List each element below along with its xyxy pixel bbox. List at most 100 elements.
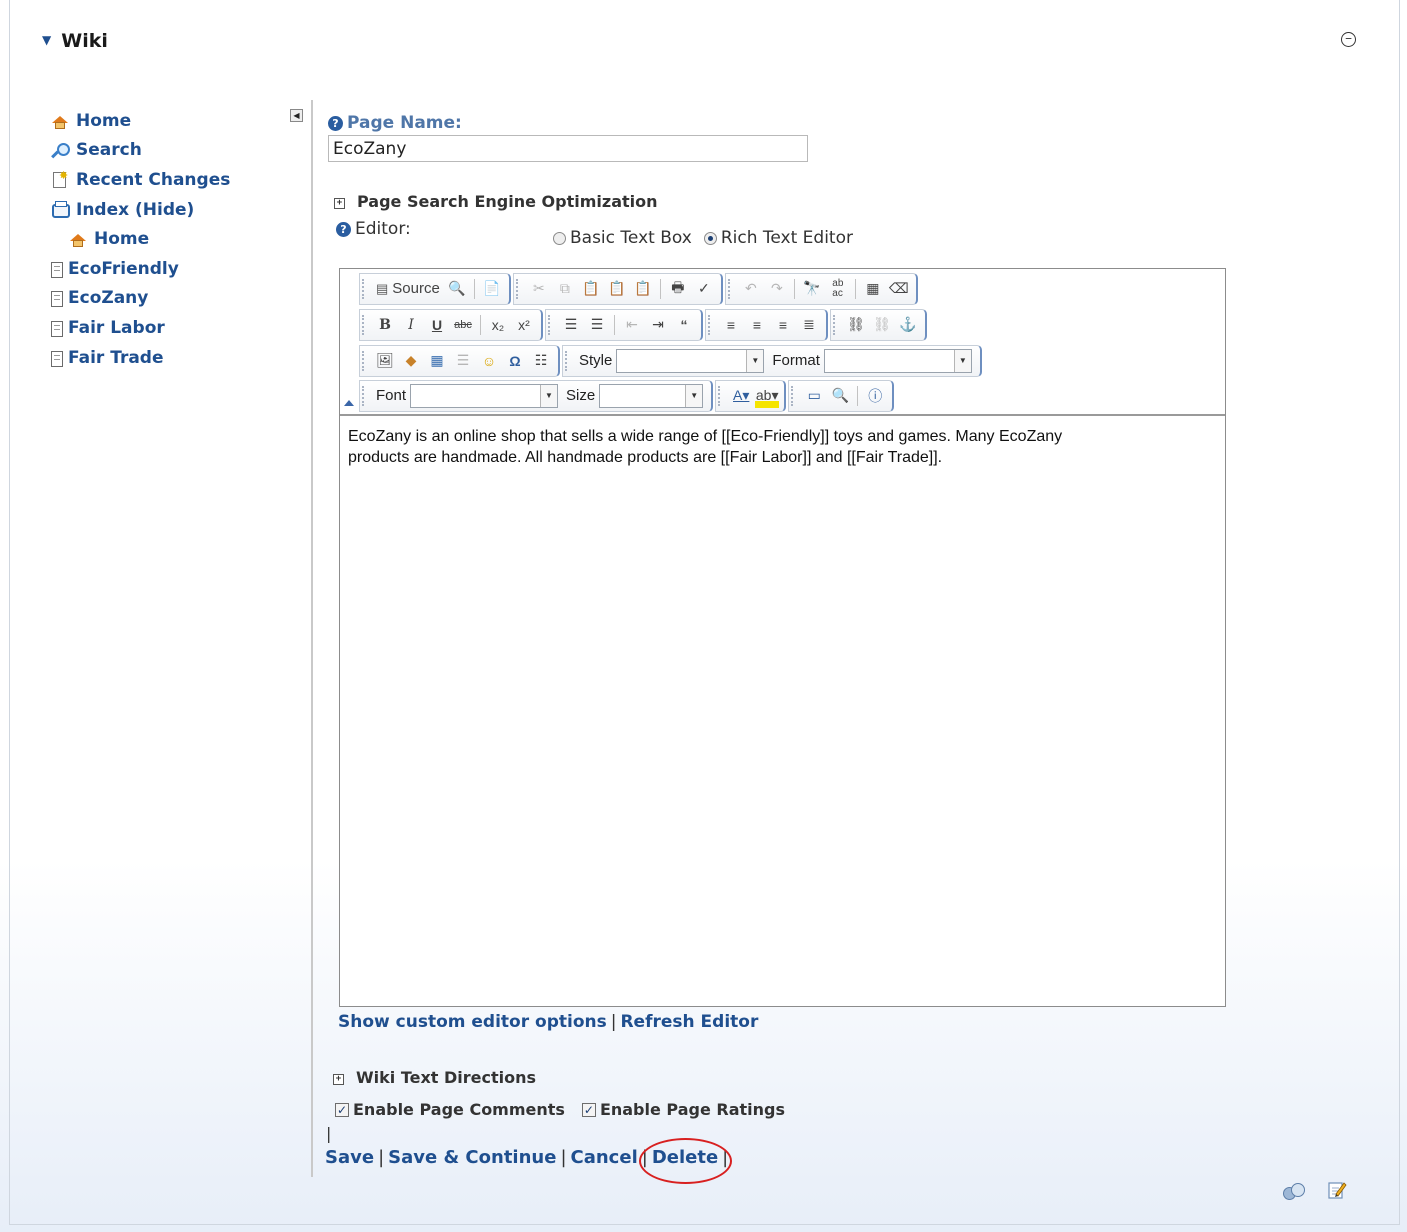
flash-icon[interactable]: ◆ [399,349,423,373]
sidebar-link-recent-changes[interactable]: Recent Changes [76,170,230,190]
spellcheck-icon[interactable]: ✓ [692,277,716,301]
basic-text-box-radio[interactable] [553,231,566,245]
outdent-icon[interactable]: ⇤ [620,313,644,337]
underline-icon[interactable]: U [425,313,449,337]
enable-comments-checkbox[interactable]: ✓ [335,1102,349,1117]
italic-icon[interactable]: I [399,313,423,337]
bold-icon[interactable]: B [373,313,397,337]
special-char-icon[interactable]: Ω [503,349,527,373]
page-name-input[interactable] [328,135,808,162]
superscript-icon[interactable]: x² [512,313,536,337]
paste-word-icon[interactable]: 📋 [631,277,655,301]
enable-ratings-label[interactable]: Enable Page Ratings [600,1100,785,1119]
basic-text-box-label[interactable]: Basic Text Box [570,228,692,248]
about-icon[interactable]: ⓘ [863,384,887,408]
dropdown-arrow-icon[interactable]: ▼ [746,349,764,372]
align-center-icon[interactable]: ≡ [745,313,769,337]
format-dropdown[interactable]: ▼ [823,348,972,373]
maximize-icon[interactable]: ▭ [802,384,826,408]
save-button[interactable]: Save [325,1147,374,1168]
show-blocks-icon[interactable]: 🔍 [828,384,852,408]
subscript-icon[interactable]: x₂ [486,313,510,337]
rich-text-editor-radio[interactable] [703,231,717,245]
sidebar-link-home[interactable]: Home [76,111,131,131]
remove-format-icon[interactable]: ⌫ [887,277,911,301]
redo-icon[interactable]: ↷ [765,277,789,301]
page-settings-icon[interactable] [1283,1182,1305,1200]
help-icon[interactable]: ? [328,116,343,131]
print-icon[interactable]: 🖶 [666,277,690,301]
sidebar-link-ecozany[interactable]: EcoZany [68,288,148,308]
paste-icon[interactable]: 📋 [579,277,603,301]
expand-triangle-icon[interactable]: ▼ [42,33,51,47]
sidebar-item-fair-labor[interactable]: Fair Labor [50,313,230,343]
sidebar-link-search[interactable]: Search [76,140,142,160]
expand-plus-icon[interactable]: + [333,1074,344,1085]
anchor-icon[interactable]: ⚓ [896,313,920,337]
templates-icon[interactable]: 📄 [480,277,504,301]
refresh-editor-link[interactable]: Refresh Editor [620,1012,758,1032]
collapse-toolbar-icon[interactable] [344,400,354,406]
sidebar-link-index[interactable]: Index (Hide) [76,200,194,220]
sidebar-link-index-home[interactable]: Home [94,229,149,249]
collapse-sidebar-icon[interactable]: ◀ [290,109,303,122]
align-left-icon[interactable]: ≡ [719,313,743,337]
sidebar-item-recent-changes[interactable]: ✸ Recent Changes [50,165,230,195]
bulleted-list-icon[interactable]: ☰ [585,313,609,337]
source-button[interactable]: ▤ Source [373,277,443,301]
enable-ratings-checkbox[interactable]: ✓ [581,1102,596,1117]
sidebar-item-home[interactable]: Home [50,106,230,136]
cancel-button[interactable]: Cancel [571,1147,638,1168]
select-all-icon[interactable]: ▦ [861,277,885,301]
dropdown-arrow-icon[interactable]: ▼ [540,384,558,407]
sidebar-item-search[interactable]: Search [50,136,230,166]
sidebar-link-fair-labor[interactable]: Fair Labor [68,318,165,338]
unlink-icon[interactable]: ⛓ [870,313,894,337]
page-break-icon[interactable]: ☷ [529,349,553,373]
expand-plus-icon[interactable]: + [334,198,345,209]
link-icon[interactable]: ⛓ [844,313,868,337]
sidebar-item-ecozany[interactable]: EcoZany [50,284,230,314]
wiki-text-directions-toggle[interactable]: + Wiki Text Directions [333,1068,536,1087]
size-dropdown[interactable]: ▼ [599,383,704,408]
edit-page-icon[interactable] [1327,1180,1347,1200]
save-continue-button[interactable]: Save & Continue [388,1147,556,1168]
preview-icon[interactable]: 🔍 [445,277,469,301]
align-right-icon[interactable]: ≡ [771,313,795,337]
strikethrough-icon[interactable]: abc [451,313,475,337]
horizontal-rule-icon[interactable]: ☰ [451,349,475,373]
show-custom-editor-options-link[interactable]: Show custom editor options [338,1012,607,1032]
sidebar-link-ecofriendly[interactable]: EcoFriendly [68,259,179,279]
style-dropdown[interactable]: ▼ [616,348,765,373]
sidebar-item-index-home[interactable]: Home [50,224,230,254]
dropdown-arrow-icon[interactable]: ▼ [685,384,703,407]
help-icon[interactable]: ? [336,222,351,237]
minimize-icon[interactable]: − [1341,32,1356,47]
module-title[interactable]: ▼ Wiki [42,30,108,52]
sidebar-item-fair-trade[interactable]: Fair Trade [50,343,230,373]
rich-text-editor-label[interactable]: Rich Text Editor [721,228,853,248]
seo-section-toggle[interactable]: + Page Search Engine Optimization [334,192,658,211]
table-icon[interactable]: ▦ [425,349,449,373]
indent-icon[interactable]: ⇥ [646,313,670,337]
find-icon[interactable]: 🔭 [800,277,824,301]
enable-comments-label[interactable]: Enable Page Comments [353,1100,565,1119]
blockquote-icon[interactable]: “ [672,313,696,337]
cut-icon[interactable]: ✂ [527,277,551,301]
smiley-icon[interactable]: ☺ [477,349,501,373]
copy-icon[interactable]: ⧉ [553,277,577,301]
editor-content-area[interactable]: EcoZany is an online shop that sells a w… [348,426,1208,468]
sidebar-item-ecofriendly[interactable]: EcoFriendly [50,254,230,284]
undo-icon[interactable]: ↶ [739,277,763,301]
sidebar-link-fair-trade[interactable]: Fair Trade [68,348,164,368]
dropdown-arrow-icon[interactable]: ▼ [953,349,971,372]
replace-icon[interactable]: ab ac [826,277,850,301]
font-dropdown[interactable]: ▼ [410,383,559,408]
justify-icon[interactable]: ≣ [797,313,821,337]
text-color-icon[interactable]: A▾ [729,384,753,408]
paste-text-icon[interactable]: 📋 [605,277,629,301]
numbered-list-icon[interactable]: ☰ [559,313,583,337]
sidebar-item-index[interactable]: Index (Hide) [50,195,230,225]
background-color-icon[interactable]: ab▾ [755,383,780,408]
image-icon[interactable]: 🖼 [373,349,397,373]
